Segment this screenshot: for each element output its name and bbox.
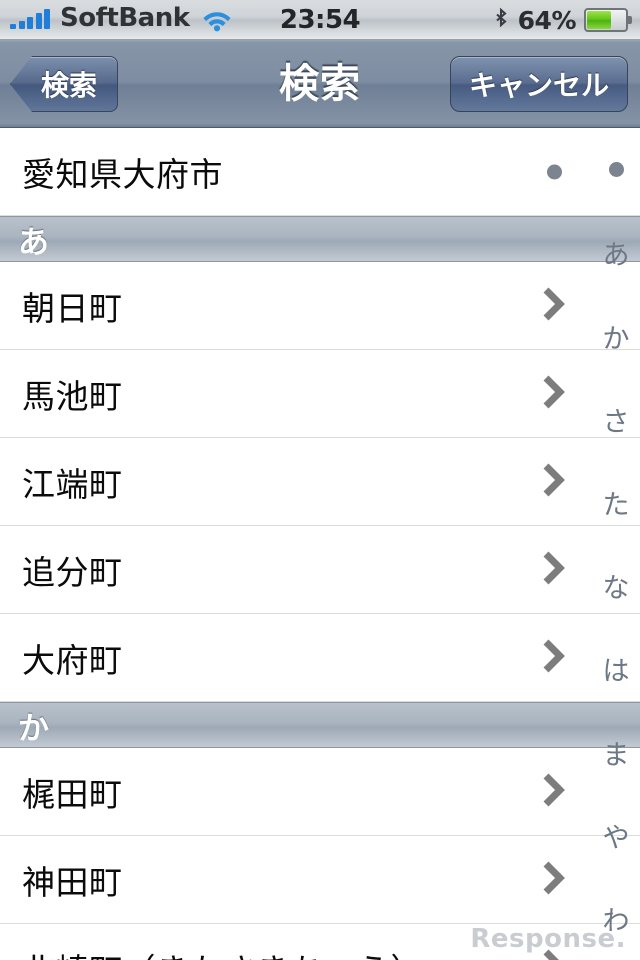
index-item-な[interactable]: な (592, 544, 640, 627)
list-item-label: 大府町 (22, 640, 123, 680)
list-item[interactable]: 愛知県大府市 (0, 128, 640, 216)
section-header-label: か (18, 710, 49, 747)
list-item-label: 北崎町（きたさきちょう） (0, 944, 424, 960)
index-item-た[interactable]: た (592, 461, 640, 544)
list-item[interactable]: 神田町 (0, 836, 640, 924)
search-result-list[interactable]: 愛知県大府市あ朝日町馬池町江端町追分町大府町か梶田町神田町北崎町（きたさきちょう… (0, 128, 640, 960)
list-item[interactable]: 朝日町 (0, 262, 640, 350)
list-item-label: 愛知県大府市 (22, 154, 223, 194)
list-item-label: 追分町 (22, 552, 123, 592)
bluetooth-icon (492, 7, 510, 33)
disclosure-chevron-icon (538, 771, 568, 813)
index-item-は[interactable]: は (592, 627, 640, 710)
list-item[interactable]: 追分町 (0, 526, 640, 614)
index-item-さ[interactable]: さ (592, 378, 640, 461)
disclosure-chevron-icon (538, 637, 568, 679)
navigation-bar: 検索 検索 キャンセル (0, 40, 640, 128)
status-bar-right: 64% (492, 0, 632, 40)
list-item-label: 神田町 (22, 862, 123, 902)
disclosure-chevron-icon (538, 859, 568, 901)
watermark: Response. (470, 924, 626, 954)
section-header: か (0, 702, 640, 748)
list-item-label: 馬池町 (22, 376, 123, 416)
index-item-あ[interactable]: あ (592, 211, 640, 294)
list-item[interactable]: 馬池町 (0, 350, 640, 438)
section-header-label: あ (18, 224, 49, 261)
cancel-button-label: キャンセル (468, 69, 609, 102)
index-item-dot[interactable] (592, 128, 640, 211)
list-item[interactable]: 大府町 (0, 614, 640, 702)
section-header: あ (0, 216, 640, 262)
cancel-button[interactable]: キャンセル (449, 56, 628, 112)
disclosure-chevron-icon (538, 461, 568, 503)
battery-icon (584, 8, 632, 32)
index-item-や[interactable]: や (592, 794, 640, 877)
list-item[interactable]: 江端町 (0, 438, 640, 526)
list-item-label: 朝日町 (22, 288, 123, 328)
disclosure-chevron-icon (538, 549, 568, 591)
disclosure-chevron-icon (538, 373, 568, 415)
section-index-bar[interactable]: あかさたなはまやわ (592, 128, 640, 960)
list-item-label: 江端町 (22, 464, 123, 504)
list-item-label: 梶田町 (22, 774, 123, 814)
list-item[interactable]: 梶田町 (0, 748, 640, 836)
disclosure-chevron-icon (538, 285, 568, 327)
status-bar: SoftBank 23:54 64% (0, 0, 640, 40)
battery-percent-label: 64% (517, 5, 577, 35)
index-item-か[interactable]: か (592, 294, 640, 377)
index-item-ま[interactable]: ま (592, 710, 640, 793)
selected-dot-icon (547, 164, 562, 179)
iphone-screen: SoftBank 23:54 64% 検索 検索 キャンセル 愛知県大府市 あ … (0, 0, 640, 960)
